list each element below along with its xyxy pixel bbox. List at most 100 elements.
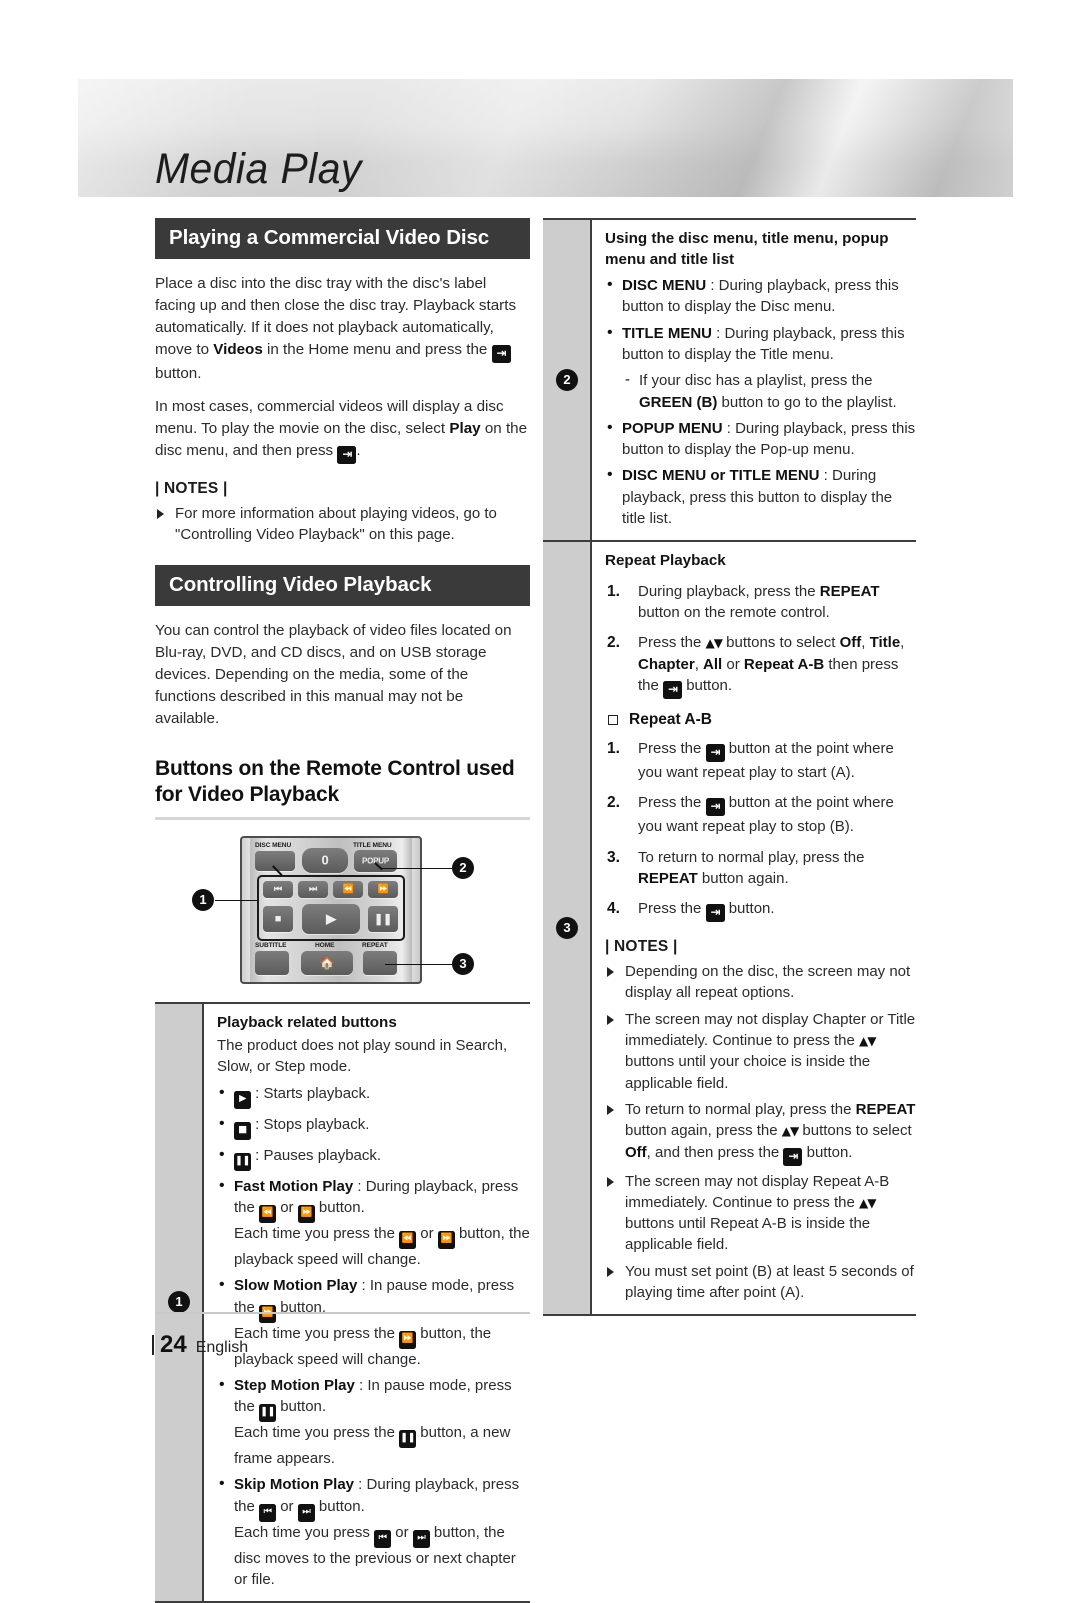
subheading-buttons-remote-control: Buttons on the Remote Control used for V… <box>155 757 515 807</box>
text-run: buttons to select <box>798 1122 912 1140</box>
text-run: To return to normal play, press the <box>625 1100 856 1118</box>
text-run: Press the <box>638 634 706 652</box>
text-run: Each time you press the <box>234 1424 400 1442</box>
paragraph-place-disc: Place a disc into the disc tray with the… <box>155 273 530 385</box>
previous-icon: ⏮ <box>259 1503 277 1522</box>
text-run: button. <box>314 1198 365 1216</box>
text-run: : Stops playback. <box>251 1115 370 1133</box>
remote-button-home[interactable]: 🏠 <box>301 950 353 975</box>
text-run: Each time you press the <box>234 1324 400 1342</box>
text-run: button on the remote control. <box>638 604 830 622</box>
remote-button-subtitle[interactable] <box>255 950 289 975</box>
panel-disc-title-popup-menu: 2 Using the disc menu, title menu, popup… <box>543 218 916 543</box>
remote-label-repeat: REPEAT <box>362 941 388 949</box>
bold-play: Play <box>449 419 481 437</box>
remote-button-next[interactable]: ⏭ <box>298 880 328 898</box>
previous-icon: ⏮ <box>274 883 282 894</box>
section-heading-playing-commercial-video-disc: Playing a Commercial Video Disc <box>155 218 530 259</box>
rewind-icon: ⏪ <box>399 1230 417 1249</box>
remote-button-pause[interactable]: ❚❚ <box>368 905 398 932</box>
bullet-disc-menu: DISC MENU : During playback, press this … <box>605 274 916 318</box>
panel-gutter-2: 2 <box>543 220 592 541</box>
callout-leader-3 <box>385 963 453 966</box>
bold-videos: Videos <box>213 340 263 358</box>
pause-icon: ❚❚ <box>234 1152 251 1171</box>
panel-body-3: Repeat Playback 1. During playback, press… <box>592 542 916 1314</box>
text-run: The screen may not display Repeat A-B im… <box>625 1172 890 1211</box>
bold-label: Step Motion Play <box>234 1376 355 1394</box>
notes-label: | NOTES | <box>155 479 228 497</box>
play-icon: ▶ <box>326 910 336 926</box>
text-run: Press the <box>638 900 706 918</box>
bold-green: GREEN <box>639 393 693 411</box>
text-run: , and then press the <box>646 1143 784 1161</box>
bullet-popup-menu: POPUP MENU : During playback, press this… <box>605 417 916 461</box>
panel-playback-related-buttons: 1 Playback related buttons The product d… <box>155 1001 530 1603</box>
text-run: button again, press the <box>625 1122 782 1140</box>
bullet-stop: ■ : Stops playback. <box>217 1113 530 1140</box>
text-run: or <box>276 1497 298 1515</box>
note-item: Depending on the disc, the screen may no… <box>605 961 916 1004</box>
step-number: 4. <box>607 900 620 918</box>
remote-button-previous[interactable]: ⏮ <box>263 880 293 898</box>
up-down-arrows-icon: ▲▼ <box>859 1034 876 1049</box>
play-icon: ▶ <box>234 1090 251 1109</box>
remote-label-subtitle: SUBTITLE <box>255 941 287 949</box>
text-run: button. <box>724 900 775 918</box>
bold-label: POPUP MENU <box>622 419 723 437</box>
enter-key-icon: ⇥ <box>337 445 357 464</box>
note-item: For more information about playing video… <box>155 503 530 546</box>
panel-body-2: Using the disc menu, title menu, popup m… <box>592 220 916 540</box>
remote-button-rewind[interactable]: ⏪ <box>333 880 363 898</box>
fast-forward-icon: ⏩ <box>399 1330 417 1349</box>
bold-repeat: REPEAT <box>638 869 698 887</box>
footer-accent-bar <box>152 1335 154 1355</box>
remote-button-play[interactable]: ▶ <box>302 903 360 934</box>
step-number: 2. <box>607 634 620 652</box>
text-run: or <box>722 655 744 673</box>
bold-b: (B) <box>696 393 718 411</box>
enter-key-icon: ⇥ <box>705 904 725 923</box>
panel-badge-2: 2 <box>556 369 578 392</box>
left-column: Playing a Commercial Video Disc Place a … <box>155 218 530 1603</box>
step-number: 1. <box>607 740 620 757</box>
text-run: button. <box>802 1143 853 1161</box>
fast-forward-icon: ⏩ <box>297 1204 315 1223</box>
up-down-arrows-icon: ▲▼ <box>781 1124 799 1139</box>
callout-badge-1: 1 <box>192 888 214 911</box>
subheading-rule <box>155 816 530 820</box>
text-run: button to go to the playlist. <box>717 393 897 411</box>
remote-button-stop[interactable]: ■ <box>263 905 293 932</box>
panel-repeat-playback: 3 Repeat Playback 1. During playback, pre… <box>543 542 916 1317</box>
subsection-repeat-ab: Repeat A-B <box>605 711 916 729</box>
ab-step-1: 1. Press the ⇥ button at the point where … <box>605 738 916 783</box>
stop-icon: ■ <box>234 1121 251 1140</box>
bold-repeat-ab: Repeat A-B <box>743 655 825 673</box>
remote-label-title-menu: TITLE MENU <box>353 841 392 849</box>
remote-button-repeat[interactable] <box>363 950 397 975</box>
text-run: or <box>391 1523 413 1541</box>
panel-body-1: Playback related buttons The product doe… <box>204 1004 530 1602</box>
bullet-slow-motion-play: Slow Motion Play : In pause mode, press … <box>217 1274 530 1370</box>
bold-label: Fast Motion Play <box>234 1177 354 1195</box>
remote-button-fast-forward[interactable]: ⏩ <box>368 880 398 898</box>
text-run: button. <box>155 364 202 382</box>
bold-label: Skip Motion Play <box>234 1476 355 1494</box>
fast-forward-icon: ⏩ <box>437 1230 455 1249</box>
callout-leader-1 <box>215 899 257 902</box>
paragraph-disc-menu: In most cases, commercial videos will di… <box>155 396 530 464</box>
paragraph-controlling-playback: You can control the playback of video fi… <box>155 621 512 728</box>
step-number: 1. <box>607 582 620 600</box>
enter-key-icon: ⇥ <box>663 681 683 699</box>
bullet-step-motion-play: Step Motion Play : In pause mode, press … <box>217 1374 530 1470</box>
note-item: To return to normal play, press the REPE… <box>605 1099 916 1166</box>
remote-button-zero[interactable]: 0 <box>302 847 348 873</box>
bold-repeat: REPEAT <box>819 582 880 600</box>
remote-label-disc-menu: DISC MENU <box>255 841 292 849</box>
note-item: You must set point (B) at least 5 second… <box>605 1261 916 1304</box>
right-column: 2 Using the disc menu, title menu, popup… <box>543 218 916 1317</box>
enter-key-icon: ⇥ <box>783 1147 803 1166</box>
bullet-disc-or-title-menu: DISC MENU or TITLE MENU : During playbac… <box>605 464 916 529</box>
ab-step-2: 2. Press the ⇥ button at the point where … <box>605 792 916 837</box>
text-run: buttons to select <box>722 634 840 652</box>
